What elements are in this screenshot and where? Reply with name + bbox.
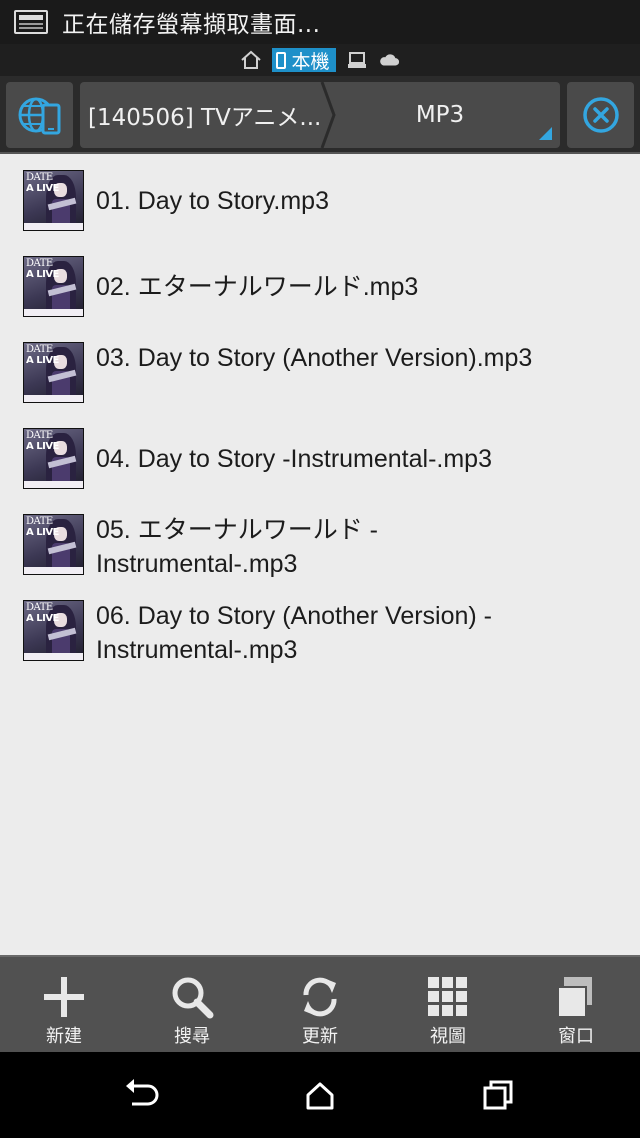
plus-icon <box>44 977 84 1017</box>
back-icon[interactable] <box>118 1074 162 1118</box>
device-tab[interactable]: 本機 <box>272 48 336 73</box>
file-name: 03. Day to Story (Another Version).mp3 <box>96 344 533 372</box>
cloud-icon[interactable] <box>378 50 400 70</box>
home-icon[interactable] <box>240 50 262 70</box>
notification-text: 正在儲存螢幕擷取畫面... <box>62 12 321 38</box>
file-name: 04. Day to Story -Instrumental-.mp3 <box>96 445 492 473</box>
album-art-thumbnail: DATE A LIVE <box>23 256 84 317</box>
album-art-text: A LIVE <box>26 441 59 452</box>
file-name: 06. Day to Story (Another Version) -Inst… <box>96 602 493 664</box>
album-art-thumbnail: DATE A LIVE <box>23 428 84 489</box>
view-button[interactable]: 視圖 <box>384 957 512 1054</box>
file-name: 02. エターナルワールド.mp3 <box>96 273 419 301</box>
album-art-thumbnail: DATE A LIVE <box>23 170 84 231</box>
list-item[interactable]: DATE A LIVE 05. エターナルワールド -Instrumental-… <box>0 514 640 578</box>
breadcrumb: [140506] TVアニメ... MP3 <box>80 82 560 148</box>
nav-home-icon[interactable] <box>298 1074 342 1118</box>
album-art-thumbnail: DATE A LIVE <box>23 514 84 575</box>
refresh-button[interactable]: 更新 <box>256 957 384 1054</box>
navigation-bar <box>0 1052 640 1138</box>
dropdown-corner-icon[interactable] <box>539 127 552 140</box>
device-label: 本機 <box>291 50 330 73</box>
status-bar: 正在儲存螢幕擷取畫面... <box>0 0 640 44</box>
search-icon <box>172 977 214 1019</box>
windows-icon <box>557 977 592 1018</box>
album-art-thumbnail: DATE A LIVE <box>23 342 84 403</box>
album-art-text: DATE <box>26 430 53 441</box>
list-item[interactable]: DATE A LIVE 02. エターナルワールド.mp3 <box>0 256 640 318</box>
action-bar: 新建 搜尋 更新 視圖 窗口 <box>0 955 640 1052</box>
album-art-text: DATE <box>26 258 53 269</box>
new-button[interactable]: 新建 <box>0 957 128 1054</box>
list-item[interactable]: DATE A LIVE 04. Day to Story -Instrument… <box>0 428 640 490</box>
list-item[interactable]: DATE A LIVE 01. Day to Story.mp3 <box>0 170 640 232</box>
close-circle-icon <box>582 97 619 133</box>
search-button[interactable]: 搜尋 <box>128 957 256 1054</box>
file-name: 01. Day to Story.mp3 <box>96 187 329 215</box>
breadcrumb-separator-icon <box>320 82 336 148</box>
album-art-text: DATE <box>26 172 53 183</box>
list-item[interactable]: DATE A LIVE 03. Day to Story (Another Ve… <box>0 342 640 404</box>
album-art-text: DATE <box>26 516 53 527</box>
phone-icon <box>276 51 287 69</box>
new-label: 新建 <box>46 1026 82 1047</box>
album-art-text: A LIVE <box>26 269 59 280</box>
globe-phone-icon <box>18 97 60 135</box>
album-art-text: A LIVE <box>26 613 59 624</box>
toolbar: [140506] TVアニメ... MP3 <box>0 76 640 154</box>
windows-label: 窗口 <box>558 1026 594 1047</box>
location-bar: 本機 <box>0 44 640 76</box>
recents-icon[interactable] <box>476 1074 520 1118</box>
album-art-text: DATE <box>26 602 53 613</box>
breadcrumb-item-current[interactable]: MP3 <box>340 102 560 128</box>
storage-switch-button[interactable] <box>6 82 73 148</box>
list-item[interactable]: DATE A LIVE 06. Day to Story (Another Ve… <box>0 600 640 664</box>
album-art-text: A LIVE <box>26 527 59 538</box>
album-art-thumbnail: DATE A LIVE <box>23 600 84 661</box>
close-button[interactable] <box>567 82 634 148</box>
file-name: 05. エターナルワールド -Instrumental-.mp3 <box>96 516 378 578</box>
screenshot-icon <box>14 10 48 34</box>
refresh-label: 更新 <box>302 1026 338 1047</box>
search-label: 搜尋 <box>174 1026 210 1047</box>
refresh-icon <box>303 977 337 1017</box>
album-art-text: DATE <box>26 344 53 355</box>
windows-button[interactable]: 窗口 <box>512 957 640 1054</box>
album-art-text: A LIVE <box>26 355 59 366</box>
computer-icon[interactable] <box>346 50 368 70</box>
album-art-text: A LIVE <box>26 183 59 194</box>
breadcrumb-item-parent[interactable]: [140506] TVアニメ... <box>80 98 320 132</box>
grid-icon <box>428 977 467 1016</box>
view-label: 視圖 <box>430 1026 466 1047</box>
